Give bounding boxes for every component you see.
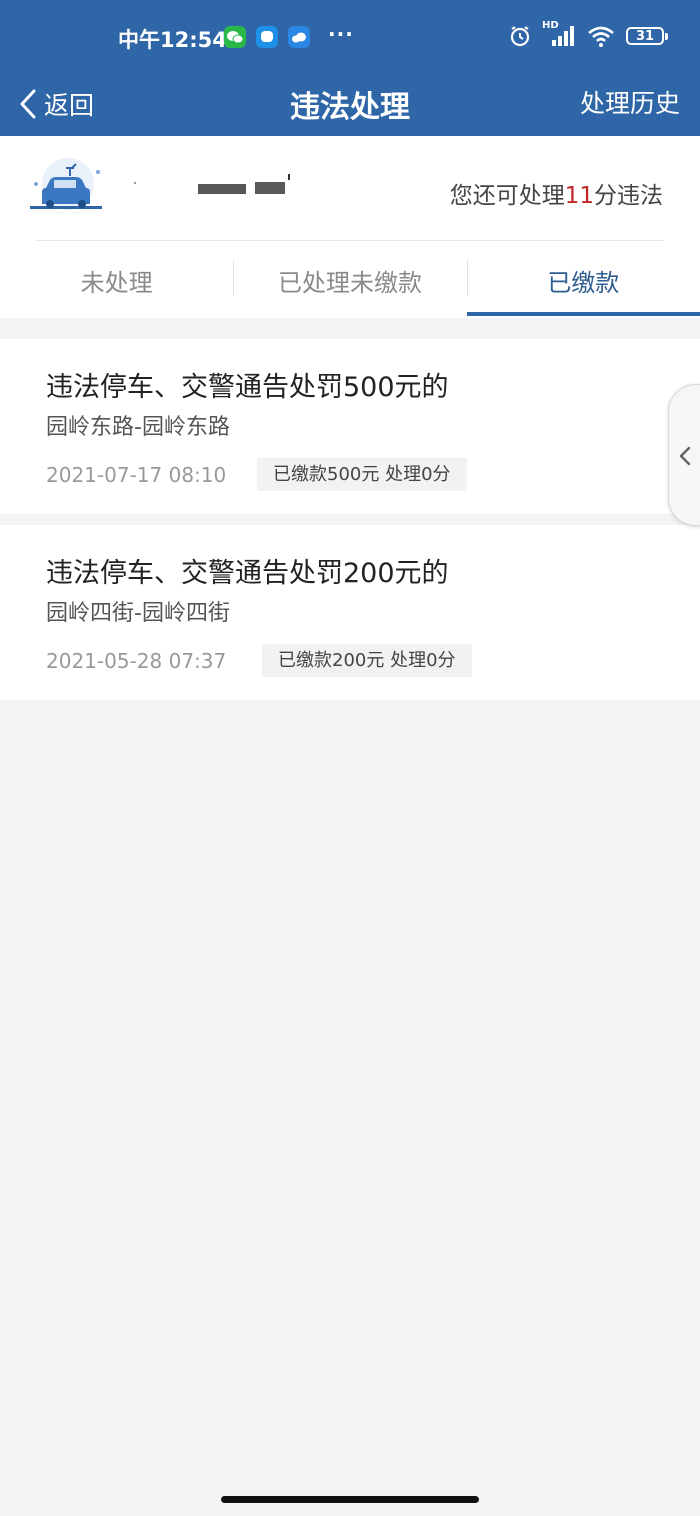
chevron-left-icon: [20, 89, 36, 119]
status-right-group: HD 31: [508, 20, 668, 48]
battery-level: 31: [635, 28, 655, 44]
car-icon: [28, 158, 104, 218]
points-quota: 您还可处理11分违法: [450, 176, 663, 210]
wifi-icon: [588, 26, 614, 47]
header-divider: [36, 240, 664, 241]
quota-prefix: 您还可处理: [449, 183, 565, 209]
cloud-app-icon: [288, 26, 310, 48]
status-bar: 中午12:54 ··· HD 31: [0, 0, 700, 76]
more-notifications-icon: ···: [328, 22, 354, 46]
nav-bar: 返回 违法处理 处理历史: [0, 76, 700, 136]
status-tabs: 未处理 已处理未缴款 已缴款: [0, 242, 700, 318]
history-button[interactable]: 处理历史: [580, 84, 680, 120]
violation-time: 2021-05-28 07:37: [46, 649, 227, 673]
status-badge: 已缴款200元 处理0分: [262, 644, 472, 677]
violation-time: 2021-07-17 08:10: [46, 463, 227, 487]
message-app-icon: [256, 26, 278, 48]
tab-unprocessed[interactable]: 未处理: [0, 242, 233, 318]
quota-points: 11: [564, 183, 594, 209]
quota-suffix: 分违法: [594, 183, 663, 209]
violation-title: 违法停车、交警通告处罚500元的: [46, 372, 449, 403]
chevron-left-icon: [679, 446, 691, 466]
back-button[interactable]: 返回: [18, 82, 94, 126]
home-indicator[interactable]: [221, 1496, 479, 1503]
violation-card[interactable]: 违法停车、交警通告处罚200元的 园岭四街-园岭四街 2021-05-28 07…: [0, 525, 700, 700]
battery-icon: 31: [626, 27, 668, 45]
tab-processed-unpaid[interactable]: 已处理未缴款: [233, 242, 466, 318]
status-time: 中午12:54: [118, 28, 227, 52]
wechat-icon: [224, 26, 246, 48]
side-panel-handle[interactable]: [668, 384, 700, 526]
signal-icon: HD: [542, 20, 576, 48]
tab-paid[interactable]: 已缴款: [466, 242, 700, 318]
vehicle-header: 您还可处理11分违法 未处理 已处理未缴款 已缴款: [0, 136, 700, 318]
violation-location: 园岭四街-园岭四街: [46, 601, 230, 626]
back-label: 返回: [44, 91, 95, 120]
violation-location: 园岭东路-园岭东路: [46, 415, 230, 440]
license-plate-redacted: [130, 170, 300, 210]
status-badge: 已缴款500元 处理0分: [257, 458, 467, 491]
violation-title: 违法停车、交警通告处罚200元的: [46, 558, 449, 589]
violation-card[interactable]: 违法停车、交警通告处罚500元的 园岭东路-园岭东路 2021-07-17 08…: [0, 339, 700, 514]
alarm-icon: [510, 26, 530, 47]
